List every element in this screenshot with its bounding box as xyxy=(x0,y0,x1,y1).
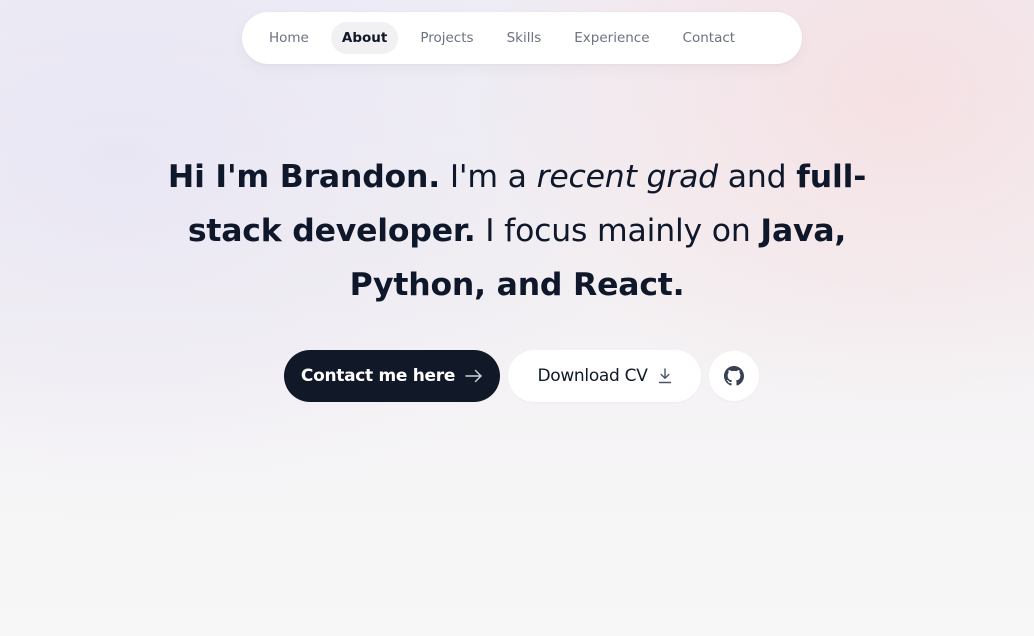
nav-item-skills[interactable]: Skills xyxy=(496,22,553,54)
nav-item-about[interactable]: About xyxy=(330,22,399,54)
contact-button-label: Contact me here xyxy=(300,366,456,386)
top-nav: Home About Projects Skills Experience Co… xyxy=(242,12,802,64)
download-icon xyxy=(658,368,672,384)
download-cv-button[interactable]: Download CV xyxy=(508,350,701,402)
github-button[interactable] xyxy=(709,351,759,401)
hero-recent-grad: recent grad xyxy=(536,159,719,195)
nav-item-home[interactable]: Home xyxy=(258,22,320,54)
nav-item-contact[interactable]: Contact xyxy=(672,22,747,54)
arrow-right-icon xyxy=(465,369,483,383)
nav-item-projects[interactable]: Projects xyxy=(409,22,484,54)
download-cv-label: Download CV xyxy=(537,366,648,386)
hero-heading: Hi I'm Brandon. I'm a recent grad and fu… xyxy=(140,150,894,312)
hero-text-1: I'm a xyxy=(440,159,537,195)
hero-greeting: Hi I'm Brandon. xyxy=(167,159,440,195)
contact-button[interactable]: Contact me here xyxy=(284,350,500,402)
hero-text-2: and xyxy=(717,159,797,195)
github-icon xyxy=(724,366,744,386)
hero-text-3: I focus mainly on xyxy=(475,213,761,249)
hero-actions: Contact me here Download CV xyxy=(284,350,759,402)
nav-item-experience[interactable]: Experience xyxy=(563,22,660,54)
